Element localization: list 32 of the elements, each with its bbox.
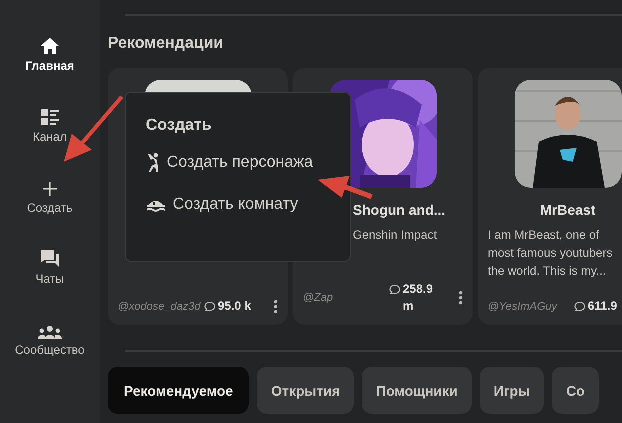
nav-item[interactable]: Канал (4, 96, 96, 144)
nav-item[interactable]: Чаты (4, 238, 96, 286)
category-tab[interactable]: Рекомендуемое (108, 367, 250, 414)
character-card[interactable]: MrBeast I am MrBeast, one of most famous youtubers the world. This is my... @YesImAGuy 611.9 (478, 68, 622, 325)
character-description: I am MrBeast, one of most famous youtubers the world. This is my... (488, 227, 613, 280)
nav-item[interactable]: Главная (4, 25, 96, 73)
character-subtitle: Genshin Impact (353, 228, 438, 242)
chat-bubble-icon (204, 301, 216, 313)
author-handle[interactable]: @YesImAGuy (488, 300, 568, 312)
people-icon (38, 325, 62, 339)
chat-bubbles-icon (40, 249, 60, 268)
character-name: MrBeast (540, 202, 596, 218)
plus-icon (42, 181, 58, 197)
category-tab[interactable]: Со (552, 367, 599, 414)
chat-bubble-icon (389, 284, 401, 296)
more-icon[interactable] (459, 291, 463, 305)
category-tab[interactable]: Игры (480, 367, 544, 414)
category-tab[interactable]: Открытия (257, 367, 354, 414)
chat-count: 611.9 (588, 298, 618, 315)
chat-count: 95.0 k (218, 298, 252, 315)
category-tab[interactable]: Помощники (362, 367, 472, 414)
chat-count: 258.9 m (403, 281, 434, 315)
annotation-arrow (318, 176, 373, 200)
author-handle[interactable]: @Zap (303, 292, 383, 304)
nav-item[interactable]: Сообщество (4, 309, 96, 357)
chat-bubble-icon (574, 301, 586, 313)
more-icon[interactable] (274, 300, 278, 314)
nav-item[interactable]: Создать (4, 167, 96, 215)
home-icon (40, 37, 60, 55)
feed-icon (40, 108, 60, 126)
character-name: Shogun and... (353, 202, 446, 218)
section-title: Рекомендации (108, 35, 224, 53)
